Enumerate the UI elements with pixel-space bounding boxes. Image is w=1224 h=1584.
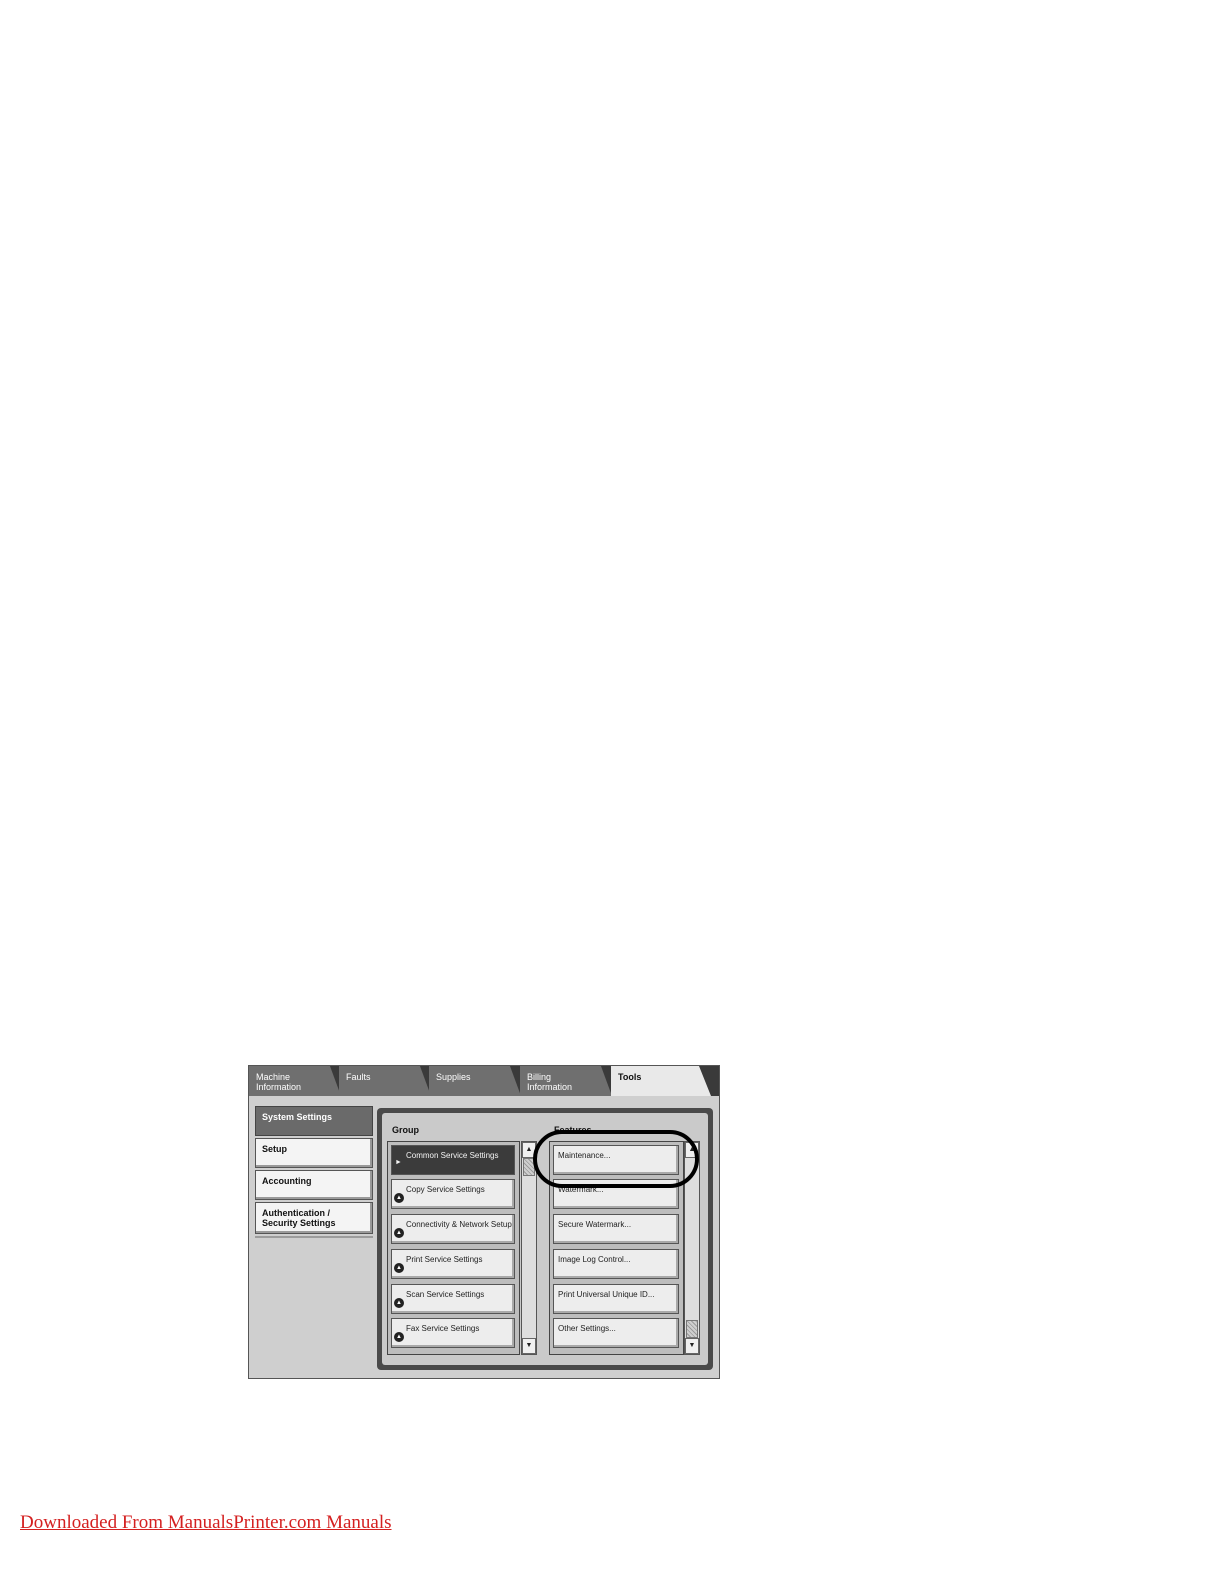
sidebar-item-label: System Settings [262,1112,333,1122]
feature-item-other-settings[interactable]: Other Settings... [553,1318,679,1348]
tab-label: Tools [618,1072,642,1082]
lock-icon: ▲ [394,1228,404,1238]
group-item-label: Scan Service Settings [406,1290,485,1299]
group-item-connectivity-network-setup[interactable]: ▲ Connectivity & Network Setup [391,1214,515,1244]
feature-item-label: Print Universal Unique ID... [558,1290,655,1299]
sidebar-item-authentication-security[interactable]: Authentication / Security Settings [255,1202,373,1234]
group-item-label: Common Service Settings [406,1151,499,1160]
group-header: Group [392,1125,419,1135]
tab-billing-information[interactable]: Billing Information [520,1066,612,1096]
callout-oval [533,1130,699,1188]
tab-tools[interactable]: Tools [611,1066,711,1096]
group-item-copy-service-settings[interactable]: ▲ Copy Service Settings [391,1179,515,1209]
tab-label: Machine Information [256,1072,302,1092]
sidebar-item-system-settings[interactable]: System Settings [255,1106,373,1136]
feature-item-secure-watermark[interactable]: Secure Watermark... [553,1214,679,1244]
sidebar-item-label: Authentication / Security Settings [262,1208,336,1228]
group-item-scan-service-settings[interactable]: ▲ Scan Service Settings [391,1284,515,1314]
tab-label: Faults [346,1072,371,1082]
feature-item-image-log-control[interactable]: Image Log Control... [553,1249,679,1279]
tab-bar: Machine Information Faults Supplies Bill… [249,1066,719,1096]
feature-item-label: Other Settings... [558,1324,616,1333]
lock-icon: ▲ [394,1263,404,1273]
lock-icon: ▲ [394,1193,404,1203]
group-item-fax-service-settings[interactable]: ▲ Fax Service Settings [391,1318,515,1348]
group-list: ► Common Service Settings ▲ Copy Service… [387,1141,520,1355]
selected-arrow-icon: ► [395,1159,402,1166]
sidebar-item-label: Accounting [262,1176,312,1186]
footer-download-link[interactable]: Downloaded From ManualsPrinter.com Manua… [20,1512,392,1534]
lock-icon: ▲ [394,1298,404,1308]
group-item-label: Connectivity & Network Setup [406,1220,512,1229]
sidebar-divider [255,1236,373,1238]
sidebar-item-accounting[interactable]: Accounting [255,1170,373,1200]
sidebar-item-setup[interactable]: Setup [255,1138,373,1168]
sidebar-item-label: Setup [262,1144,288,1154]
group-item-label: Fax Service Settings [406,1324,480,1333]
tab-label: Supplies [436,1072,471,1082]
scroll-down-icon[interactable]: ▼ [685,1338,699,1354]
tab-label: Billing Information [527,1072,573,1092]
feature-item-print-universal-unique-id[interactable]: Print Universal Unique ID... [553,1284,679,1314]
feature-item-label: Secure Watermark... [558,1220,632,1229]
group-scrollbar[interactable]: ▲ ▼ [521,1141,537,1355]
tab-faults[interactable]: Faults [339,1066,431,1096]
tab-supplies[interactable]: Supplies [429,1066,521,1096]
group-item-label: Print Service Settings [406,1255,483,1264]
lock-icon: ▲ [394,1332,404,1342]
group-item-label: Copy Service Settings [406,1185,485,1194]
group-item-print-service-settings[interactable]: ▲ Print Service Settings [391,1249,515,1279]
scroll-down-icon[interactable]: ▼ [522,1338,536,1354]
tab-machine-information[interactable]: Machine Information [249,1066,341,1096]
feature-item-label: Image Log Control... [558,1255,631,1264]
features-scroll-thumb[interactable] [686,1320,698,1338]
tools-screen: Machine Information Faults Supplies Bill… [248,1065,720,1379]
group-item-common-service-settings[interactable]: ► Common Service Settings [391,1145,515,1175]
